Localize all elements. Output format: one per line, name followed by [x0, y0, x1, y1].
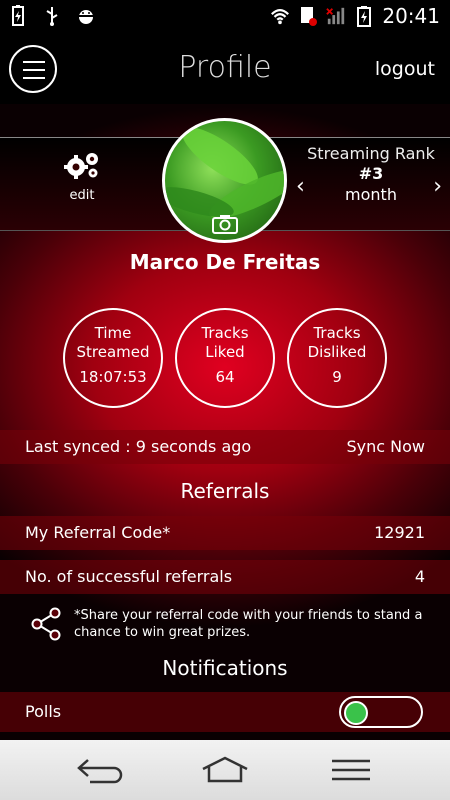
- rank-title: Streaming Rank: [307, 144, 435, 163]
- avatar[interactable]: [162, 118, 287, 243]
- stat-label: Tracks: [313, 324, 361, 342]
- referral-code-value: 12921: [374, 523, 425, 542]
- sim-error-icon: [301, 7, 318, 26]
- rank-value: #3: [358, 164, 384, 183]
- stat-label: Liked: [205, 343, 245, 361]
- user-name: Marco De Freitas: [129, 250, 321, 274]
- polls-toggle[interactable]: [339, 696, 423, 728]
- camera-icon[interactable]: [211, 214, 238, 234]
- referral-code-label: My Referral Code*: [25, 523, 171, 542]
- last-synced-text: Last synced : 9 seconds ago: [25, 437, 252, 456]
- android-debug-icon: [78, 10, 94, 24]
- notification-label: Polls: [25, 702, 62, 721]
- status-bar: 20:41: [0, 0, 450, 32]
- referral-count-label: No. of successful referrals: [25, 567, 233, 586]
- share-text: *Share your referral code with your frie…: [74, 608, 423, 640]
- edit-label: edit: [69, 188, 95, 203]
- stat-value: 9: [332, 368, 342, 386]
- share-icon[interactable]: [30, 607, 62, 641]
- streaming-rank: Streaming Rank #3 month ‹ ›: [296, 144, 446, 224]
- stat-label: Disliked: [307, 343, 367, 361]
- share-referral[interactable]: *Share your referral code with your frie…: [30, 607, 440, 645]
- referral-count-row: No. of successful referrals 4: [0, 560, 450, 594]
- stat-tracks-disliked: Tracks Disliked 9: [287, 308, 387, 408]
- clock: 20:41: [382, 4, 440, 28]
- chevron-right-icon[interactable]: ›: [433, 174, 442, 199]
- notification-row-polls: Polls: [0, 692, 450, 732]
- battery-icon: [357, 6, 372, 27]
- stat-label: Time: [94, 324, 132, 342]
- toggle-knob: [344, 701, 368, 725]
- rank-period: month: [345, 185, 397, 204]
- referrals-title: Referrals: [180, 479, 270, 503]
- navigation-bar: [0, 740, 450, 800]
- profile-screen: Profile logout edit Streaming Rank #3 mo…: [0, 32, 450, 740]
- stat-label: Streamed: [76, 343, 150, 361]
- gears-icon: [64, 153, 98, 179]
- edit-profile-button[interactable]: edit: [60, 150, 104, 203]
- stat-time-streamed: Time Streamed 18:07:53: [63, 308, 163, 408]
- stat-value: 64: [215, 368, 235, 386]
- stat-value: 18:07:53: [79, 368, 147, 386]
- logout-button[interactable]: logout: [375, 58, 435, 80]
- stat-tracks-liked: Tracks Liked 64: [175, 308, 275, 408]
- referral-code-row: My Referral Code* 12921: [0, 516, 450, 550]
- app-header: Profile logout: [0, 32, 450, 104]
- signal-icon: [326, 7, 345, 25]
- wifi-icon: [271, 8, 290, 25]
- home-icon[interactable]: [200, 756, 250, 784]
- usb-icon: [46, 7, 58, 26]
- notifications-title: Notifications: [162, 656, 288, 680]
- chevron-left-icon[interactable]: ‹: [296, 174, 305, 199]
- sync-now-button[interactable]: Sync Now: [347, 437, 426, 456]
- battery-charging-icon: [12, 5, 24, 26]
- menu-icon[interactable]: [330, 756, 372, 784]
- back-icon[interactable]: [76, 756, 124, 784]
- referral-count-value: 4: [414, 567, 425, 586]
- stat-label: Tracks: [201, 324, 249, 342]
- sync-row: Last synced : 9 seconds ago Sync Now: [0, 430, 450, 464]
